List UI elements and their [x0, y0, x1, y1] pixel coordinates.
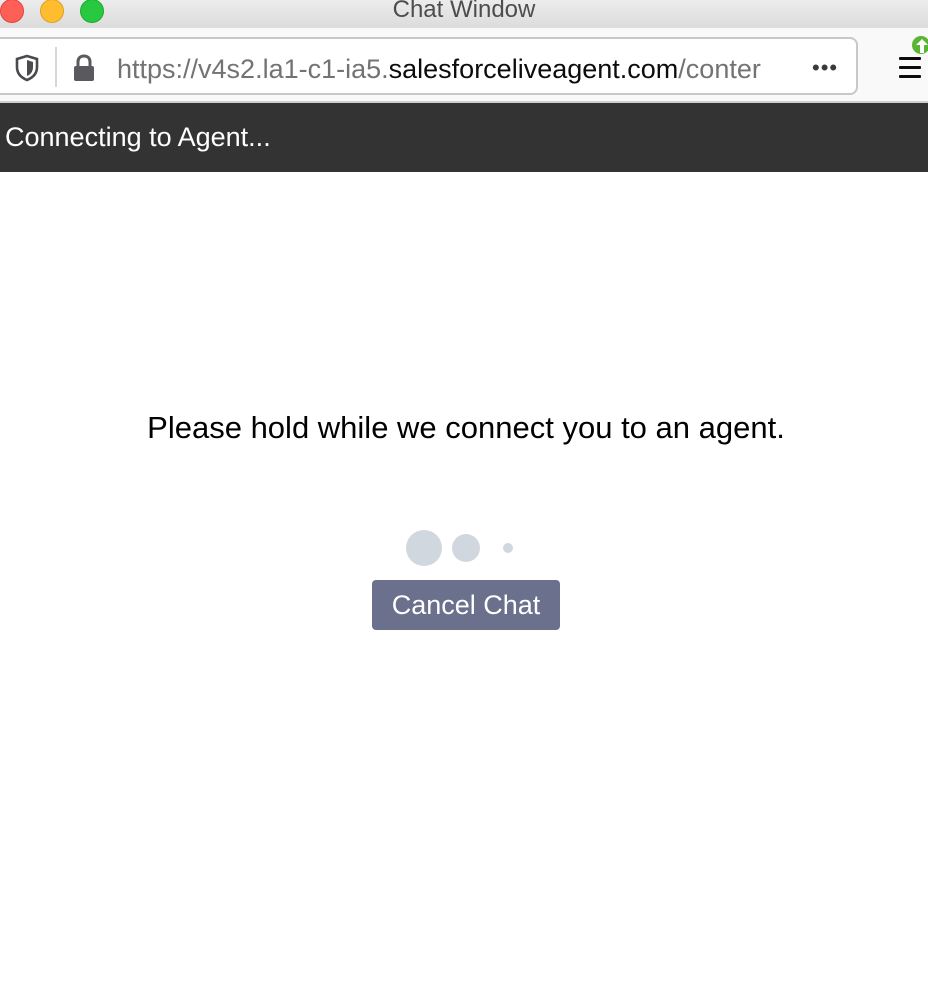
url-prefix: https://v4s2.la1-c1-ia5. — [117, 54, 389, 84]
update-arrow-icon — [916, 39, 928, 53]
waiting-message: Please hold while we connect you to an a… — [147, 410, 785, 445]
chat-header: Connecting to Agent... — [0, 103, 928, 172]
url-suffix: /conter — [678, 54, 761, 84]
shield-icon[interactable] — [14, 54, 40, 82]
loading-dot — [452, 534, 480, 562]
url-separator — [55, 47, 57, 87]
cancel-chat-button[interactable]: Cancel Chat — [372, 580, 560, 630]
update-badge[interactable] — [910, 34, 928, 56]
url-text[interactable]: https://v4s2.la1-c1-ia5.salesforceliveag… — [117, 53, 803, 85]
loading-dot — [406, 530, 442, 566]
more-icon[interactable]: ••• — [812, 53, 848, 83]
browser-toolbar: https://v4s2.la1-c1-ia5.salesforceliveag… — [0, 28, 928, 103]
lock-icon[interactable] — [70, 53, 98, 83]
window-title: Chat Window — [392, 0, 536, 23]
loading-dot — [503, 543, 513, 553]
url-bar[interactable]: https://v4s2.la1-c1-ia5.salesforceliveag… — [0, 37, 858, 95]
window-titlebar: Chat Window — [0, 0, 928, 28]
url-domain: salesforceliveagent.com — [388, 54, 679, 84]
chat-header-title: Connecting to Agent... — [5, 122, 271, 152]
